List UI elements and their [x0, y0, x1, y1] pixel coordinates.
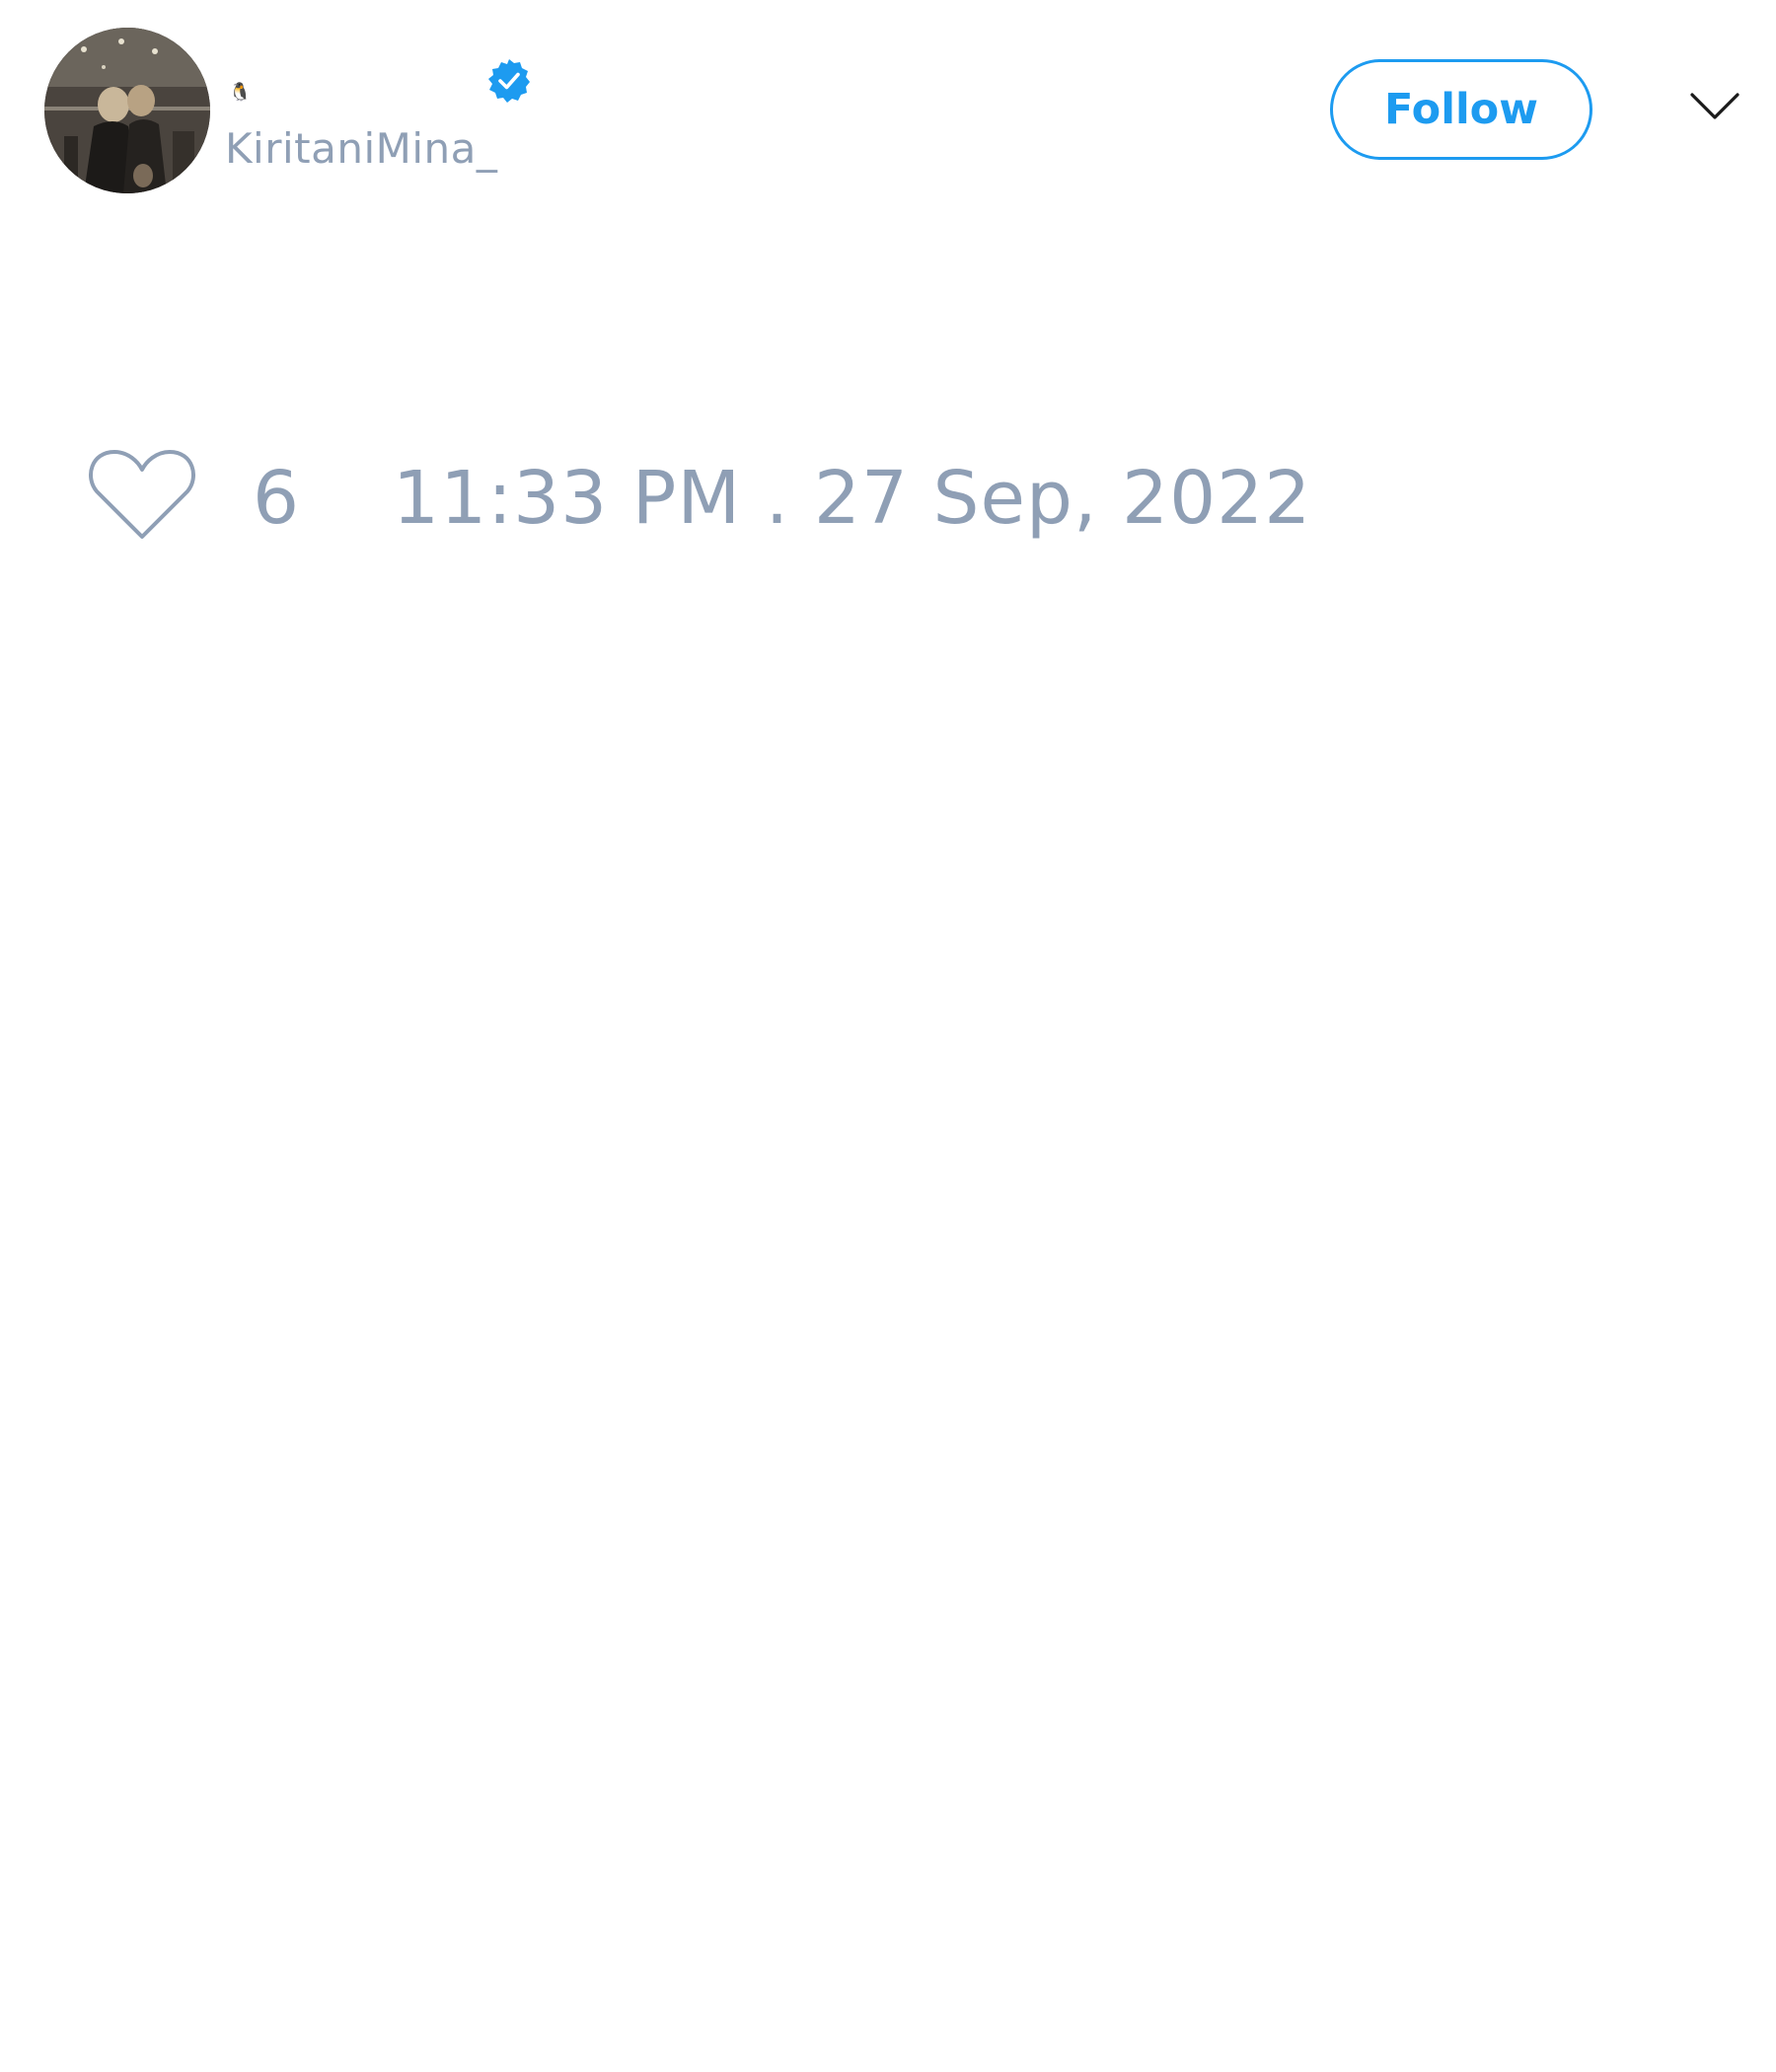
heart-outline-icon[interactable] [87, 446, 197, 545]
tweet-timestamp[interactable]: 11:33 PM . 27 Sep, 2022 [393, 456, 1311, 541]
avatar-photo [44, 28, 210, 193]
tweet-card: 🐧 KiritaniMina_ Follow 6 11:33 PM . 27 S… [0, 0, 1776, 2072]
tweet-action-row: 6 11:33 PM . 27 Sep, 2022 [87, 446, 1468, 545]
follow-button[interactable]: Follow [1330, 59, 1592, 160]
display-name[interactable]: 🐧 [229, 83, 251, 103]
author-handle[interactable]: KiritaniMina_ [225, 124, 497, 174]
avatar[interactable] [44, 28, 210, 193]
like-count: 6 [253, 456, 300, 541]
verified-badge-icon [488, 59, 530, 103]
chevron-down-icon[interactable] [1689, 91, 1740, 122]
author-name-row: 🐧 [229, 57, 555, 107]
